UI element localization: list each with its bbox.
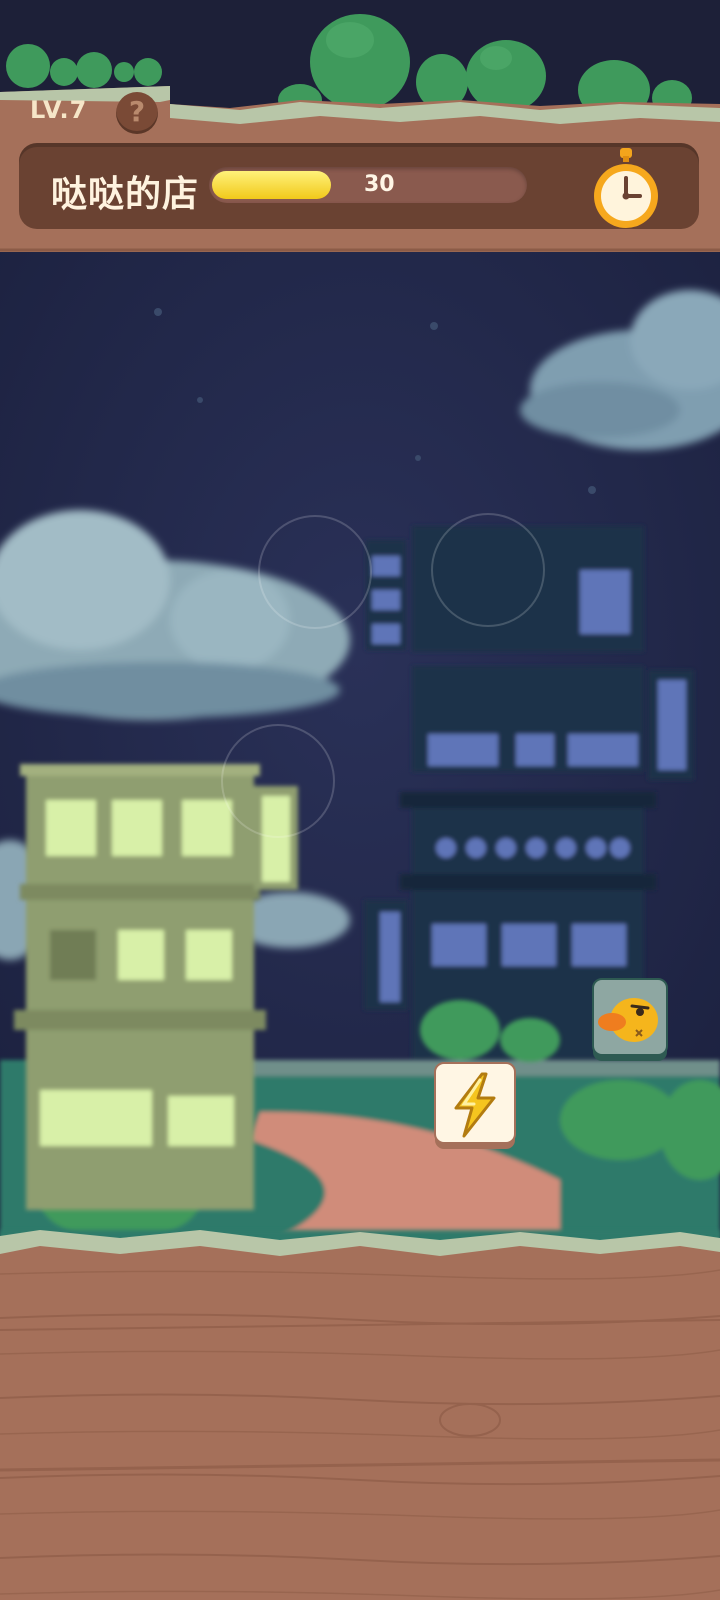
question-icon: ?: [128, 95, 146, 128]
progress-fill: [212, 171, 331, 199]
level-label: LV.7: [30, 96, 88, 124]
shop-progress-bar: 30: [209, 167, 527, 203]
shop-name: 哒哒的店: [51, 174, 200, 215]
lightning-icon: [434, 1062, 516, 1149]
empty-slot[interactable]: [431, 513, 545, 627]
empty-slot[interactable]: [258, 515, 372, 629]
stopwatch-icon[interactable]: [590, 146, 662, 230]
empty-slot[interactable]: [221, 724, 335, 838]
energy-tile[interactable]: [434, 1062, 516, 1150]
progress-value: 30: [364, 172, 395, 197]
night-city-background: [0, 0, 720, 1600]
duck-tile[interactable]: [592, 978, 668, 1062]
game-stage: LV.7 ? 哒哒的店 30: [0, 0, 720, 1600]
help-button[interactable]: ?: [116, 92, 158, 134]
duck-icon: [592, 978, 668, 1061]
